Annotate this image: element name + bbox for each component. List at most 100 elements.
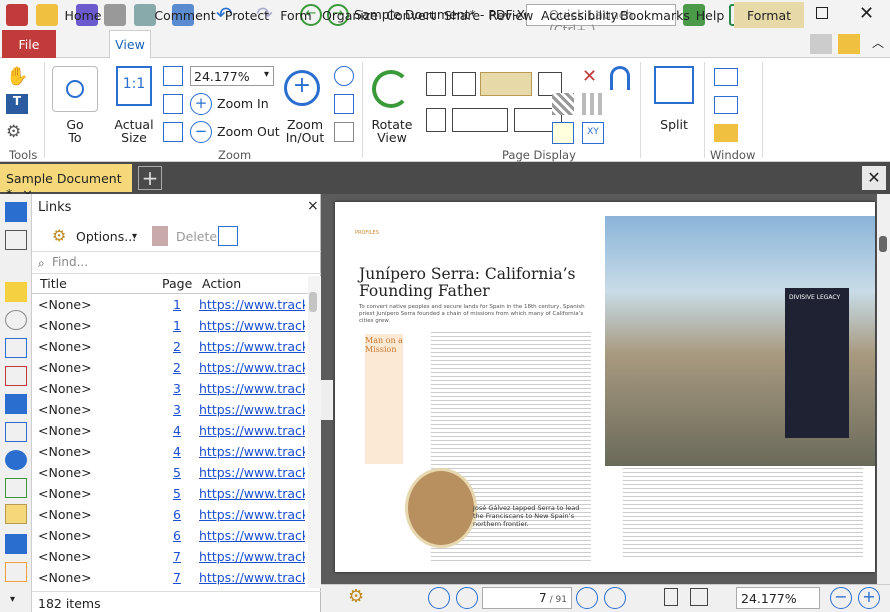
zoom-tool-icon[interactable]: [334, 66, 354, 86]
row-action-link[interactable]: https://www.tracker: [199, 444, 305, 459]
scrollbar-thumb[interactable]: [309, 292, 317, 312]
document-icon[interactable]: [810, 34, 832, 54]
tab-file[interactable]: File: [2, 30, 56, 58]
tab-form[interactable]: Form: [278, 2, 314, 28]
tab-convert[interactable]: Convert: [385, 2, 437, 28]
zoom-status-select[interactable]: 24.177%: [736, 587, 820, 609]
tags-icon[interactable]: [5, 478, 27, 498]
zoom-select[interactable]: 24.177%: [190, 66, 274, 86]
tab-comment[interactable]: Comment: [154, 2, 216, 28]
row-page-link[interactable]: 7: [173, 570, 181, 585]
row-page-link[interactable]: 1: [173, 318, 181, 333]
row-page-link[interactable]: 2: [173, 339, 181, 354]
page-number-input[interactable]: 7/ 91: [482, 587, 572, 609]
zoom-out-status-icon[interactable]: −: [830, 587, 852, 609]
comments-icon[interactable]: [5, 282, 27, 302]
tab-format[interactable]: Format: [734, 2, 804, 28]
zoom-in-status-icon[interactable]: +: [858, 587, 880, 609]
row-action-link[interactable]: https://www.tracker: [199, 318, 305, 333]
row-page-link[interactable]: 7: [173, 549, 181, 564]
tab-organize[interactable]: Organize: [322, 2, 378, 28]
actual-size-button[interactable]: Actual Size: [110, 118, 158, 144]
zoom-in-button[interactable]: Zoom In: [217, 96, 269, 111]
tab-share[interactable]: Share: [443, 2, 481, 28]
workspace-icon[interactable]: [714, 124, 738, 142]
go-to-icon[interactable]: [52, 66, 98, 112]
destinations-icon[interactable]: [5, 450, 27, 470]
chevron-down-icon[interactable]: ▾: [264, 69, 269, 80]
marquee-zoom-icon[interactable]: [334, 94, 354, 114]
links-icon[interactable]: [5, 504, 27, 524]
table-row[interactable]: <None> 1 https://www.tracker: [32, 294, 308, 315]
table-row[interactable]: <None> 4 https://www.tracker: [32, 420, 308, 441]
loupe-icon[interactable]: [334, 122, 354, 142]
zoom-out-button[interactable]: Zoom Out: [217, 124, 280, 139]
table-row[interactable]: <None> 6 https://www.tracker: [32, 525, 308, 546]
hand-tool-icon[interactable]: ✋: [6, 66, 28, 88]
table-row[interactable]: <None> 3 https://www.tracker: [32, 399, 308, 420]
scissors-icon[interactable]: ✕: [582, 66, 606, 90]
panel-scrollbar[interactable]: [308, 276, 321, 588]
row-page-link[interactable]: 1: [173, 297, 181, 312]
row-action-link[interactable]: https://www.tracker: [199, 486, 305, 501]
layers-icon[interactable]: [5, 394, 27, 414]
row-page-link[interactable]: 6: [173, 528, 181, 543]
crosshair-icon[interactable]: [552, 122, 574, 144]
document-scrollbar-thumb[interactable]: [879, 236, 887, 252]
options-button[interactable]: Options...: [76, 229, 136, 244]
close-button[interactable]: ✕: [859, 3, 874, 24]
row-page-link[interactable]: 6: [173, 507, 181, 522]
last-page-button[interactable]: [604, 587, 626, 609]
print-icon[interactable]: [104, 4, 126, 26]
row-action-link[interactable]: https://www.tracker: [199, 360, 305, 375]
fit-page-icon[interactable]: [163, 66, 183, 86]
settings-icon[interactable]: ⚙: [348, 586, 370, 608]
table-row[interactable]: <None> 6 https://www.tracker: [32, 504, 308, 525]
table-row[interactable]: <None> 2 https://www.tracker: [32, 357, 308, 378]
column-header-title[interactable]: Title: [40, 276, 67, 291]
tile-windows-icon[interactable]: [714, 96, 738, 114]
row-action-link[interactable]: https://www.tracker: [199, 297, 305, 312]
row-action-link[interactable]: https://www.tracker: [199, 570, 305, 585]
select-text-icon[interactable]: T: [6, 94, 28, 114]
collapse-panel-handle[interactable]: [321, 380, 333, 420]
open-folder-icon[interactable]: [36, 4, 58, 26]
row-page-link[interactable]: 5: [173, 465, 181, 480]
zoom-in-out-icon[interactable]: +: [284, 70, 320, 106]
xy-coordinates-icon[interactable]: XY: [582, 122, 604, 144]
table-row[interactable]: <None> 5 https://www.tracker: [32, 462, 308, 483]
row-page-link[interactable]: 3: [173, 402, 181, 417]
row-action-link[interactable]: https://www.tracker: [199, 339, 305, 354]
rotate-view-icon[interactable]: [372, 70, 410, 108]
split-icon[interactable]: [654, 66, 694, 104]
folder-icon[interactable]: [838, 34, 860, 54]
new-tab-button[interactable]: +: [138, 166, 162, 190]
row-action-link[interactable]: https://www.tracker: [199, 465, 305, 480]
link-properties-icon[interactable]: [218, 226, 238, 246]
table-row[interactable]: <None> 2 https://www.tracker: [32, 336, 308, 357]
first-page-button[interactable]: [428, 587, 450, 609]
table-row[interactable]: <None> 1 https://www.tracker: [32, 315, 308, 336]
delete-button[interactable]: Delete: [176, 229, 217, 244]
table-row[interactable]: <None> 3 https://www.tracker: [32, 378, 308, 399]
table-row[interactable]: <None> 7 https://www.tracker: [32, 546, 308, 567]
document-tab[interactable]: Sample Document *×: [0, 164, 132, 201]
split-button[interactable]: Split: [650, 118, 698, 131]
chevron-down-icon[interactable]: ▾: [10, 594, 15, 605]
maximize-button[interactable]: [816, 7, 828, 19]
zoom-out-icon[interactable]: −: [190, 121, 212, 143]
previous-page-button[interactable]: [456, 587, 478, 609]
rotate-view-button[interactable]: Rotate View: [368, 118, 416, 144]
row-action-link[interactable]: https://www.tracker: [199, 381, 305, 396]
row-action-link[interactable]: https://www.tracker: [199, 528, 305, 543]
tab-accessibility[interactable]: Accessibility: [541, 2, 618, 28]
zoom-in-out-button[interactable]: Zoom In/Out: [282, 118, 328, 144]
tools-icon[interactable]: ⚙: [6, 122, 28, 142]
pages-icon[interactable]: [5, 230, 27, 250]
document-scrollbar[interactable]: [877, 194, 890, 584]
grid-icon[interactable]: [552, 93, 574, 115]
table-row[interactable]: <None> 4 https://www.tracker: [32, 441, 308, 462]
row-page-link[interactable]: 3: [173, 381, 181, 396]
close-panel-icon[interactable]: ×: [307, 198, 319, 214]
next-page-button[interactable]: [576, 587, 598, 609]
